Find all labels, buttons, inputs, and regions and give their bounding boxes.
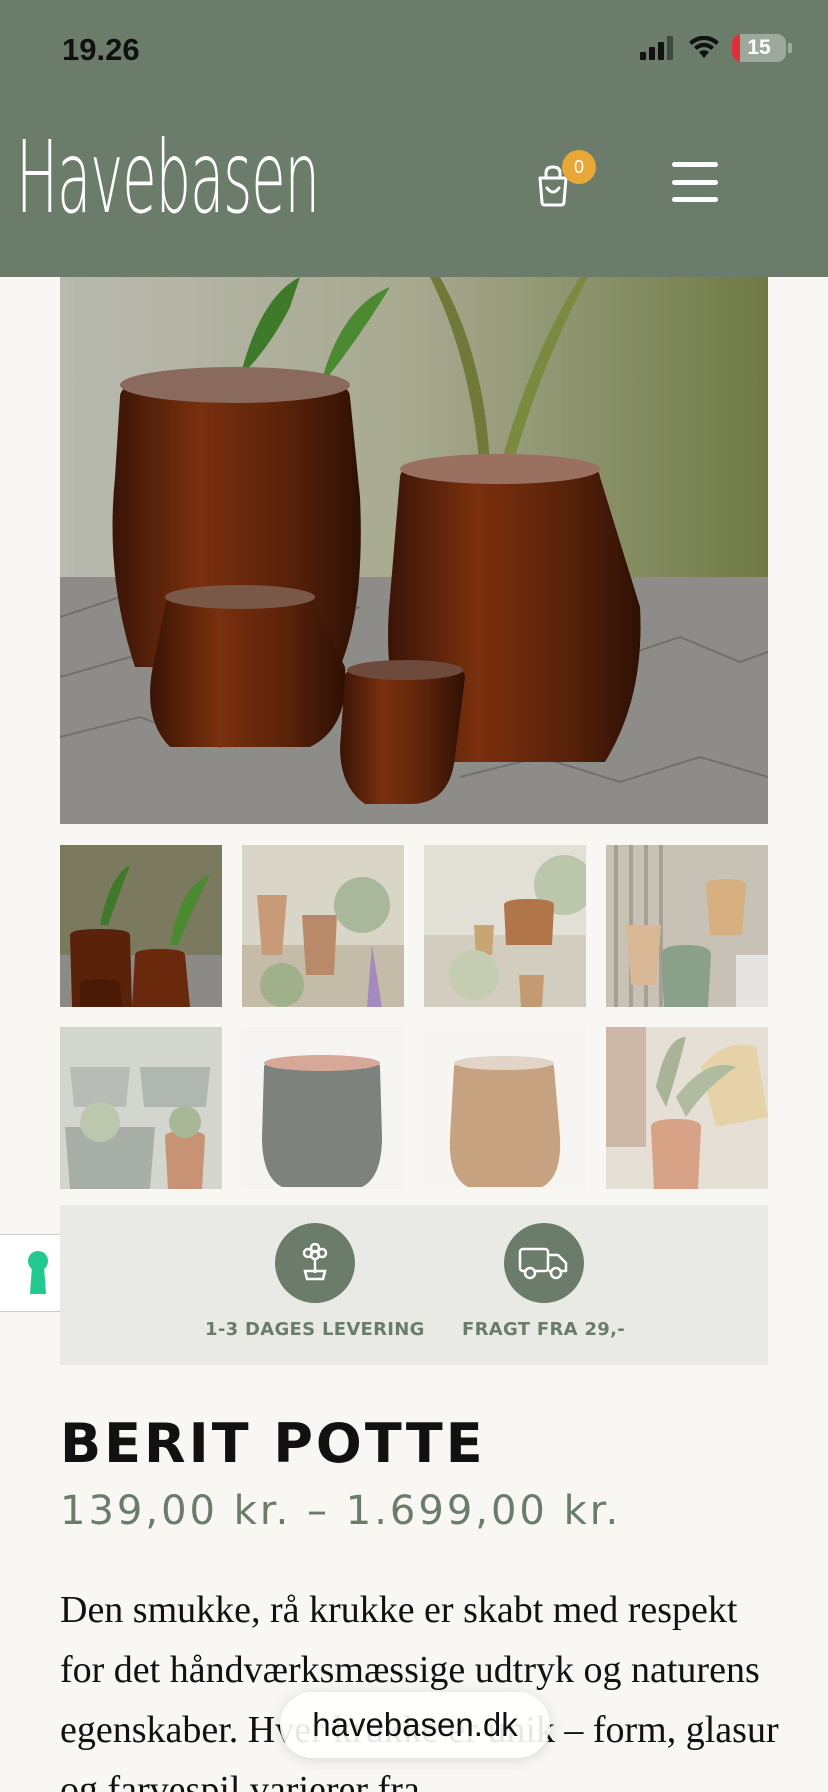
cart-count-badge: 0 [562, 150, 596, 184]
keyhole-icon [28, 1251, 48, 1294]
truck-icon [503, 1223, 584, 1303]
feature-shipping: FRAGT FRA 29,- [462, 1223, 625, 1340]
browser-url-bar[interactable]: havebasen.dk [280, 1692, 550, 1758]
thumbnail-6[interactable] [242, 1027, 404, 1189]
wifi-icon [689, 36, 719, 58]
feature-label-delivery: 1-3 DAGES LEVERING [205, 1319, 425, 1340]
status-time: 19.26 [62, 32, 140, 67]
hamburger-icon[interactable] [672, 162, 718, 202]
feature-delivery: 1-3 DAGES LEVERING [205, 1223, 425, 1340]
product-main-image[interactable] [60, 277, 768, 824]
thumbnail-4[interactable] [606, 845, 768, 1007]
battery-level: 15 [747, 36, 771, 59]
thumbnail-5[interactable] [60, 1027, 222, 1189]
feature-label-shipping: FRAGT FRA 29,- [462, 1319, 626, 1340]
thumbnail-8[interactable] [606, 1027, 768, 1189]
thumbnail-2[interactable] [242, 845, 404, 1007]
product-description: Den smukke, rå krukke er skabt med respe… [60, 1589, 779, 1792]
features-bar: 1-3 DAGES LEVERING FRAGT FRA 29,- [60, 1205, 768, 1365]
battery-icon: 15 [732, 34, 786, 62]
status-icons: 15 [640, 34, 792, 62]
thumbnail-1[interactable] [60, 845, 222, 1007]
flower-icon [274, 1223, 355, 1303]
site-logo[interactable]: Havebasen [16, 128, 320, 228]
cellular-signal-icon [640, 36, 673, 60]
site-header: 19.26 15 Havebasen 0 [0, 0, 828, 277]
thumbnail-3[interactable] [424, 845, 586, 1007]
thumbnail-7[interactable] [424, 1027, 586, 1189]
product-title: BERIT POTTE [60, 1412, 486, 1475]
product-price: 139,00 kr. – 1.699,00 kr. [60, 1488, 622, 1534]
